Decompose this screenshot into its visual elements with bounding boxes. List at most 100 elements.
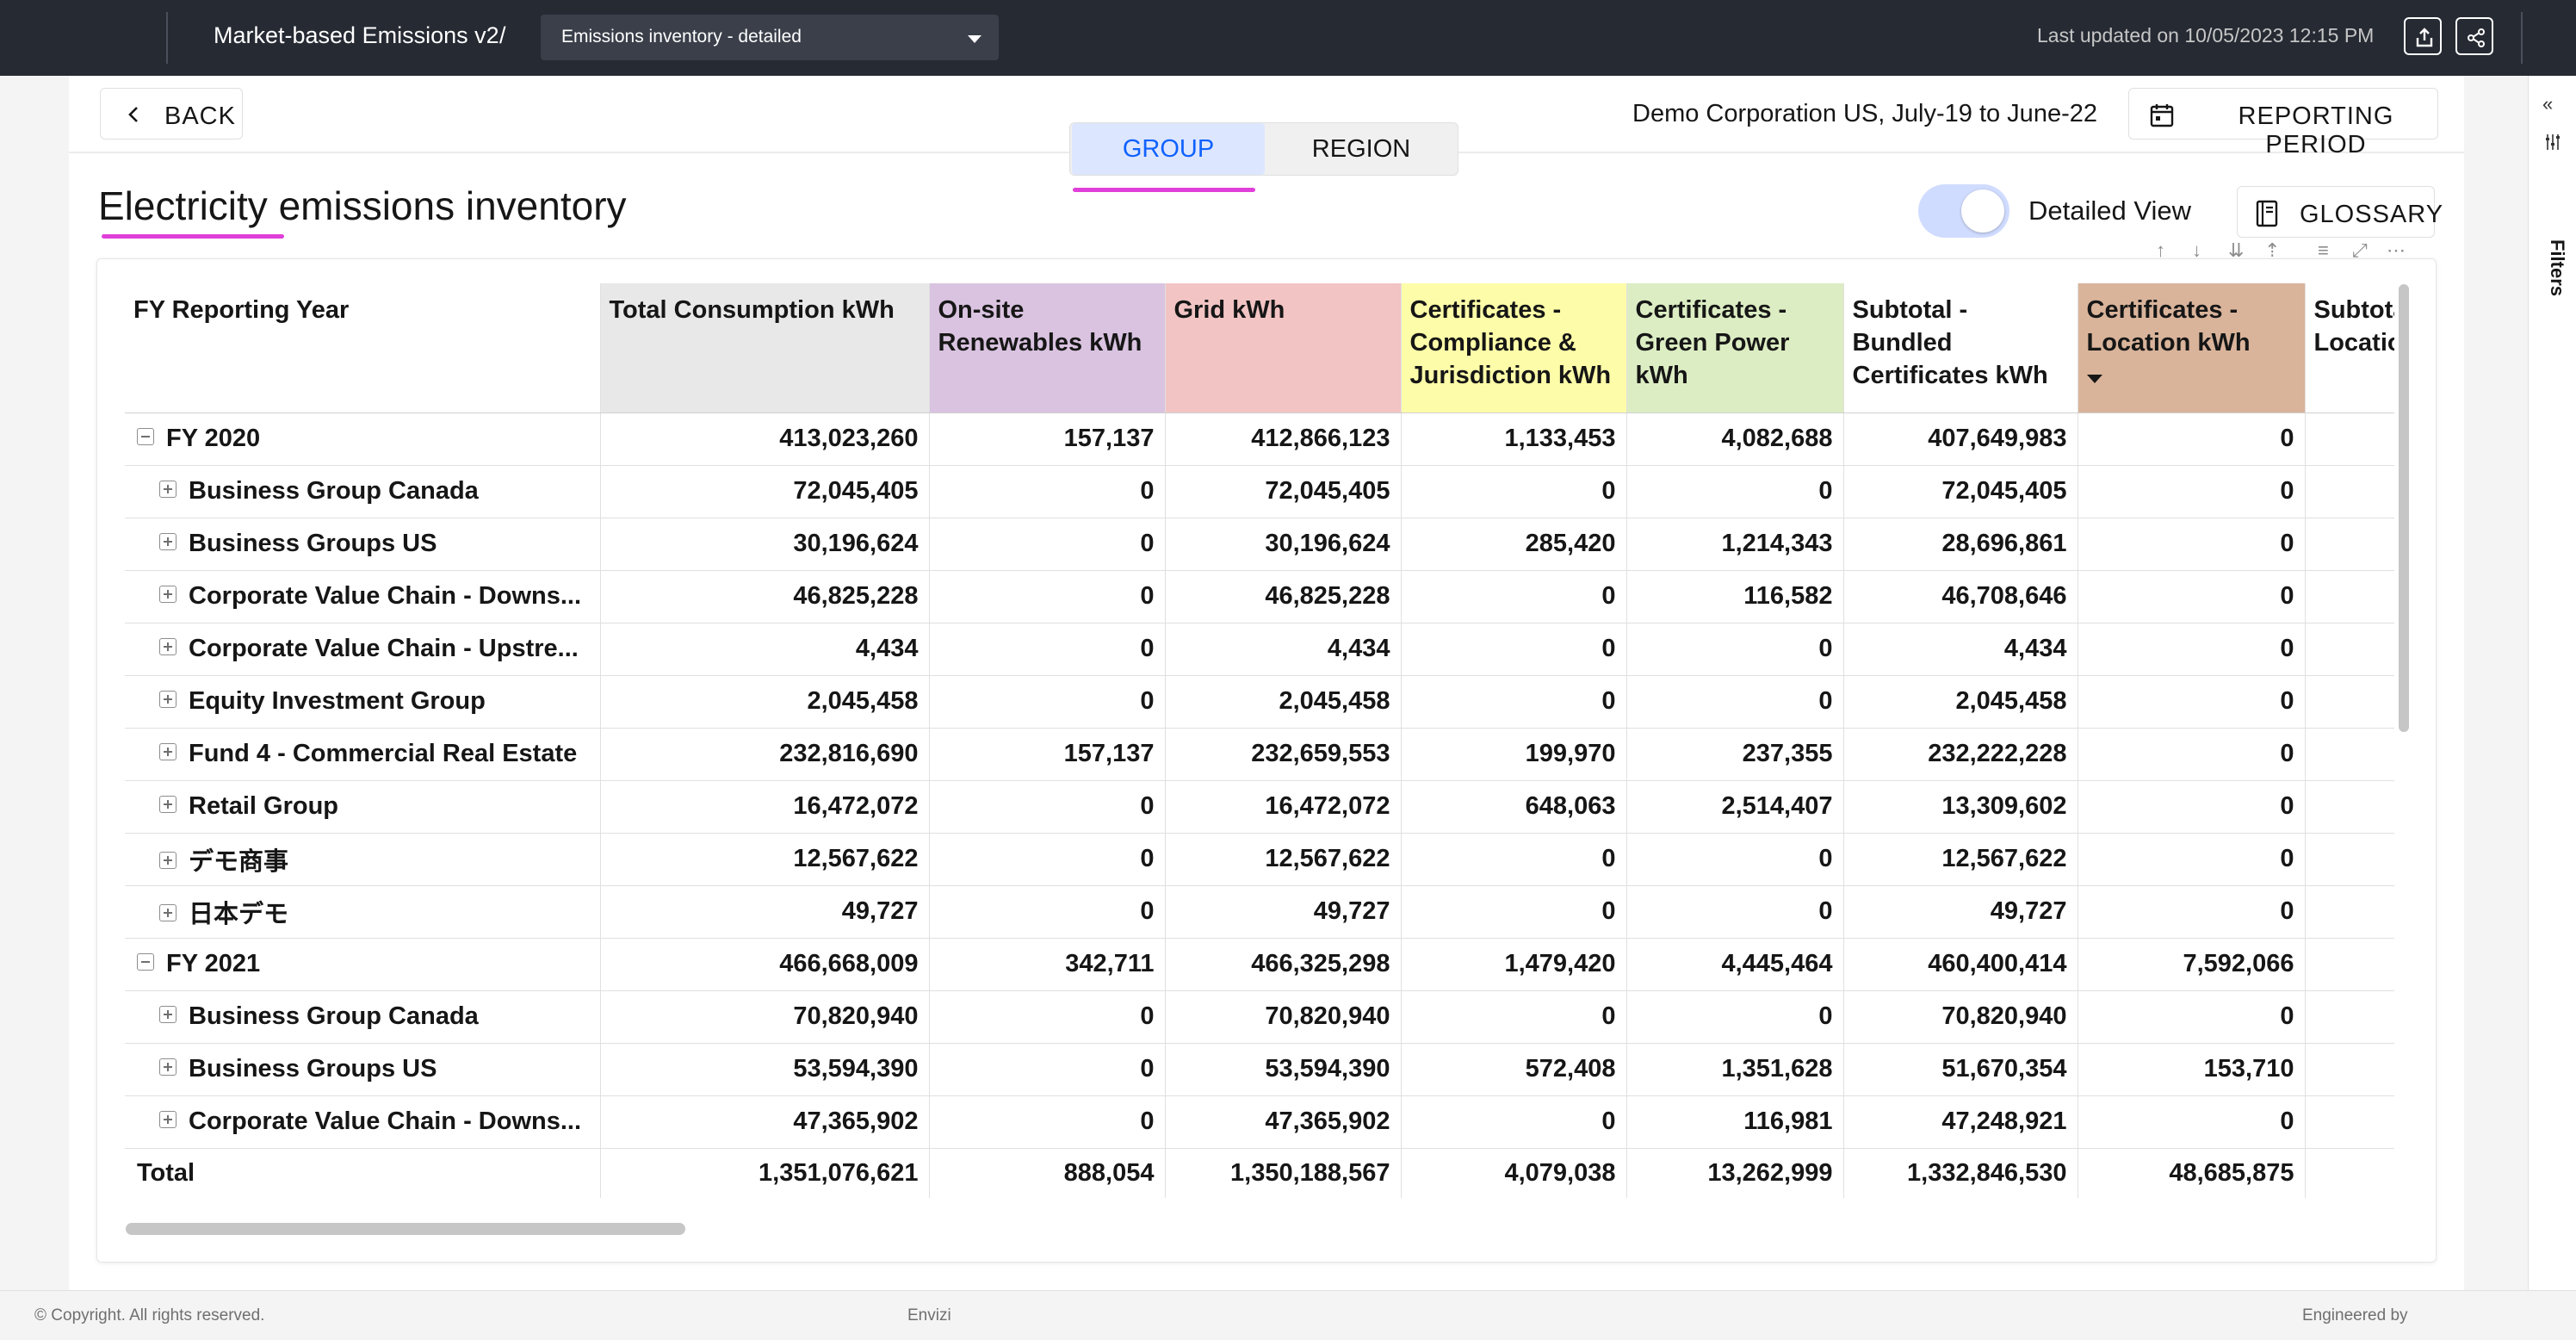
table-cell: 1,332,846,530 (1843, 1148, 2078, 1198)
table-cell: 4,434 (1843, 623, 2078, 676)
table-cell: 13,262,999 (1626, 1148, 1844, 1198)
table-cell: 232,659,553 (1165, 728, 1402, 781)
row-label: Corporate Value Chain - Downs... (189, 1107, 582, 1135)
expand-all-icon[interactable]: ⇊ (2228, 239, 2244, 262)
glossary-button[interactable]: GLOSSARY (2237, 186, 2443, 238)
column-header[interactable]: Grid kWh (1165, 283, 1402, 413)
detailed-view-label: Detailed View (2028, 195, 2191, 226)
table-cell (2305, 518, 2394, 571)
table-cell: 0 (2078, 833, 2306, 886)
table-cell: 16,472,072 (600, 780, 930, 834)
sort-caret-icon[interactable] (2086, 375, 2102, 383)
table-cell: 70,820,940 (1843, 990, 2078, 1044)
expand-row-icon[interactable] (159, 691, 176, 709)
table-cell: 72,045,405 (1165, 465, 1402, 518)
filter-sliders-icon[interactable] (2544, 133, 2561, 152)
table-cell: 0 (2078, 885, 2306, 939)
tab-group[interactable]: GROUP (1072, 123, 1265, 175)
expand-row-icon[interactable] (159, 638, 176, 656)
column-header[interactable]: Subtotal - Location (2305, 283, 2394, 413)
share-button[interactable] (2455, 17, 2493, 55)
row-label: デモ商事 (189, 847, 289, 876)
data-table-card: FY Reporting Year Total Consumption kWh On… (96, 258, 2437, 1262)
emissions-table: FY Reporting Year Total Consumption kWh On… (125, 283, 2394, 1198)
expand-row-icon[interactable] (159, 796, 176, 814)
expand-row-icon[interactable] (159, 851, 176, 869)
last-updated: Last updated on 10/05/2023 12:15 PM (2037, 24, 2375, 47)
glossary-label: GLOSSARY (2300, 201, 2444, 228)
table-cell: 232,222,228 (1843, 728, 2078, 781)
chevron-double-left-icon[interactable]: « (2542, 93, 2553, 115)
table-viewport[interactable]: FY Reporting Year Total Consumption kWh On… (125, 283, 2394, 1231)
expand-row-icon[interactable] (159, 903, 176, 921)
table-cell: 28,696,861 (1843, 518, 2078, 571)
engineered-by: Engineered by (2302, 1306, 2408, 1324)
expand-row-icon[interactable] (159, 481, 176, 499)
report-select[interactable]: Emissions inventory - detailed (541, 15, 999, 60)
vertical-scrollbar[interactable] (2399, 284, 2409, 732)
filters-label[interactable]: Filters (2546, 239, 2568, 296)
table-cell: 0 (2078, 1095, 2306, 1149)
expand-row-icon[interactable] (159, 586, 176, 604)
table-cell: 46,825,228 (1165, 570, 1402, 623)
caret-down-icon (968, 35, 981, 43)
expand-icon[interactable]: ⤢ (2352, 239, 2368, 262)
table-cell: 49,727 (600, 885, 930, 939)
table-cell: 0 (1401, 990, 1627, 1044)
table-row: Retail Group 16,472,072 0 16,472,072 648,063… (125, 780, 2394, 834)
table-cell: 0 (1401, 1095, 1627, 1149)
expand-row-icon[interactable] (159, 533, 176, 551)
table-cell: 30,196,624 (600, 518, 930, 571)
collapse-row-icon[interactable] (137, 428, 154, 446)
table-cell: 4,434 (1165, 623, 1402, 676)
tab-region[interactable]: REGION (1265, 123, 1458, 175)
expand-row-icon[interactable] (159, 1058, 176, 1076)
row-label-cell: FY 2021 (125, 938, 601, 991)
filter-icon[interactable]: ≡ (2318, 239, 2329, 262)
column-header[interactable]: Certificates - Compliance & Jurisdiction… (1401, 283, 1627, 413)
table-cell: 4,079,038 (1401, 1148, 1627, 1198)
table-cell: 2,045,458 (600, 675, 930, 729)
row-label-cell: FY 2020 (125, 413, 601, 466)
table-cell: 1,479,420 (1401, 938, 1627, 991)
total-row: Total 1,351,076,621 888,054 1,350,188,567 4,… (125, 1148, 2394, 1198)
expand-row-icon[interactable] (159, 1111, 176, 1129)
row-label-cell: Business Groups US (125, 518, 601, 571)
sort-descending-icon[interactable]: ↓ (2192, 239, 2201, 262)
overflow-menu-icon[interactable]: ⋯ (2387, 239, 2406, 262)
back-button[interactable]: BACK (100, 88, 243, 140)
table-row: Fund 4 - Commercial Real Estate 232,816,6… (125, 728, 2394, 781)
column-header[interactable]: Subtotal - Bundled Certificates kWh (1843, 283, 2078, 413)
table-cell: 116,582 (1626, 570, 1844, 623)
expand-row-icon[interactable] (159, 1006, 176, 1024)
column-header[interactable]: Total Consumption kWh (600, 283, 930, 413)
table-cell: 342,711 (929, 938, 1166, 991)
sort-ascending-icon[interactable]: ↑ (2156, 239, 2165, 262)
title-underline (102, 234, 284, 239)
table-cell (2305, 833, 2394, 886)
column-header[interactable]: Certificates - Location kWh (2078, 283, 2306, 413)
expand-row-icon[interactable] (159, 743, 176, 761)
report-select-value: Emissions inventory - detailed (561, 27, 802, 47)
column-header[interactable]: On-site Renewables kWh (929, 283, 1166, 413)
table-cell: 0 (2078, 990, 2306, 1044)
reporting-period-label: REPORTING PERIOD (2238, 102, 2394, 158)
table-cell: 0 (2078, 465, 2306, 518)
horizontal-scrollbar[interactable] (126, 1223, 685, 1235)
table-cell (2305, 1043, 2394, 1096)
row-label-cell: Total (125, 1148, 601, 1198)
collapse-icon[interactable]: ⇡ (2264, 239, 2280, 262)
column-header[interactable]: Certificates - Green Power kWh (1626, 283, 1844, 413)
column-header[interactable]: FY Reporting Year (125, 283, 601, 413)
collapse-row-icon[interactable] (137, 953, 154, 971)
table-cell: 53,594,390 (1165, 1043, 1402, 1096)
export-icon (2416, 28, 2433, 47)
export-button[interactable] (2404, 17, 2442, 55)
table-cell: 2,045,458 (1165, 675, 1402, 729)
table-cell: 0 (929, 833, 1166, 886)
table-cell: 2,045,458 (1843, 675, 2078, 729)
row-label-cell: Corporate Value Chain - Downs... (125, 1095, 601, 1149)
reporting-period-button[interactable]: REPORTING PERIOD (2128, 88, 2438, 158)
detailed-view-toggle[interactable] (1918, 184, 2009, 238)
row-label-cell: Equity Investment Group (125, 675, 601, 729)
